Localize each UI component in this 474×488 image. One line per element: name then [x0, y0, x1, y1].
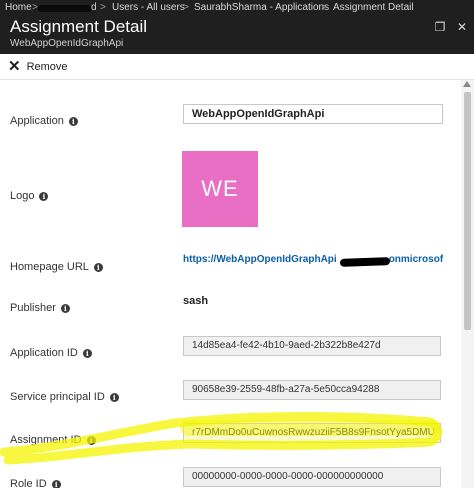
assignment-id-field[interactable]: r7rDMmDo0uCuwnosRwwzuziiF5B8s9FnsotYya5D…	[183, 423, 441, 443]
breadcrumb-separator: >	[32, 2, 38, 13]
role-id-label-text: Role ID	[10, 478, 47, 488]
scrollbar-thumb[interactable]	[464, 92, 471, 330]
service-principal-id-label: Service principal ID i	[10, 391, 119, 403]
scroll-up-arrow-icon[interactable]	[463, 81, 471, 87]
breadcrumb-home[interactable]: Home	[5, 0, 32, 16]
redaction-mark	[38, 5, 92, 12]
breadcrumb-users[interactable]: Users - All users	[112, 0, 185, 16]
close-icon[interactable]: ✕	[454, 19, 470, 35]
info-icon[interactable]: i	[51, 479, 61, 488]
publisher-label: Publisher i	[10, 302, 70, 314]
restore-icon[interactable]: ❐	[432, 19, 448, 35]
breadcrumb-tenant[interactable]: d	[91, 0, 97, 16]
info-icon[interactable]: i	[82, 348, 92, 358]
app-logo: WE	[182, 151, 258, 227]
breadcrumb-separator: >	[321, 2, 327, 13]
page-subtitle: WebAppOpenIdGraphApi	[10, 38, 124, 49]
application-field[interactable]: WebAppOpenIdGraphApi	[183, 104, 443, 124]
blade-header: Assignment Detail WebAppOpenIdGraphApi ❐…	[0, 16, 474, 54]
service-principal-id-label-text: Service principal ID	[10, 391, 105, 403]
logo-label-text: Logo	[10, 190, 35, 202]
info-icon[interactable]: i	[86, 435, 96, 445]
info-icon[interactable]: i	[109, 392, 119, 402]
logo-label: Logo i	[10, 190, 49, 202]
breadcrumb-separator: >	[183, 2, 189, 13]
assignment-id-label: Assignment ID i	[10, 434, 96, 446]
publisher-label-text: Publisher	[10, 302, 56, 314]
breadcrumb-separator: >	[100, 2, 106, 13]
remove-button[interactable]: ✕ Remove	[8, 58, 68, 76]
application-id-label-text: Application ID	[10, 347, 78, 359]
homepage-url-text: https://WebAppOpenIdGraphApi	[183, 254, 337, 265]
remove-button-label: Remove	[26, 61, 68, 73]
info-icon[interactable]: i	[60, 303, 70, 313]
page-title: Assignment Detail	[10, 17, 148, 36]
info-icon[interactable]: i	[68, 116, 78, 126]
service-principal-id-field[interactable]: 90658e39-2559-48fb-a27a-5e50cca94288	[183, 380, 441, 400]
application-id-label: Application ID i	[10, 347, 92, 359]
homepage-url-link[interactable]: https://WebAppOpenIdGraphApi onmicrosof	[183, 254, 443, 265]
assignment-id-label-text: Assignment ID	[10, 434, 82, 446]
info-icon[interactable]: i	[39, 191, 49, 201]
homepage-url-tail: onmicrosof	[388, 254, 444, 265]
application-id-field[interactable]: 14d85ea4-fe42-4b10-9aed-2b322b8e427d	[183, 336, 441, 356]
homepage-url-label: Homepage URL i	[10, 261, 103, 273]
role-id-field[interactable]: 00000000-0000-0000-0000-000000000000	[183, 467, 441, 487]
role-id-label: Role ID i	[10, 478, 61, 488]
close-icon: ✕	[8, 58, 21, 75]
breadcrumb: Home > d > Users - All users > SaurabhSh…	[0, 0, 474, 16]
vertical-scrollbar[interactable]	[461, 80, 474, 488]
application-label: Application i	[10, 115, 78, 127]
homepage-url-label-text: Homepage URL	[10, 261, 89, 273]
breadcrumb-current: Assignment Detail	[333, 2, 414, 13]
detail-content: Application i WebAppOpenIdGraphApi Logo …	[0, 80, 460, 488]
breadcrumb-applications[interactable]: SaurabhSharma - Applications	[194, 0, 329, 16]
command-bar: ✕ Remove	[0, 54, 474, 80]
info-icon[interactable]: i	[93, 262, 103, 272]
redaction-mark	[339, 257, 391, 267]
application-label-text: Application	[10, 115, 64, 127]
publisher-value: sash	[183, 295, 209, 307]
